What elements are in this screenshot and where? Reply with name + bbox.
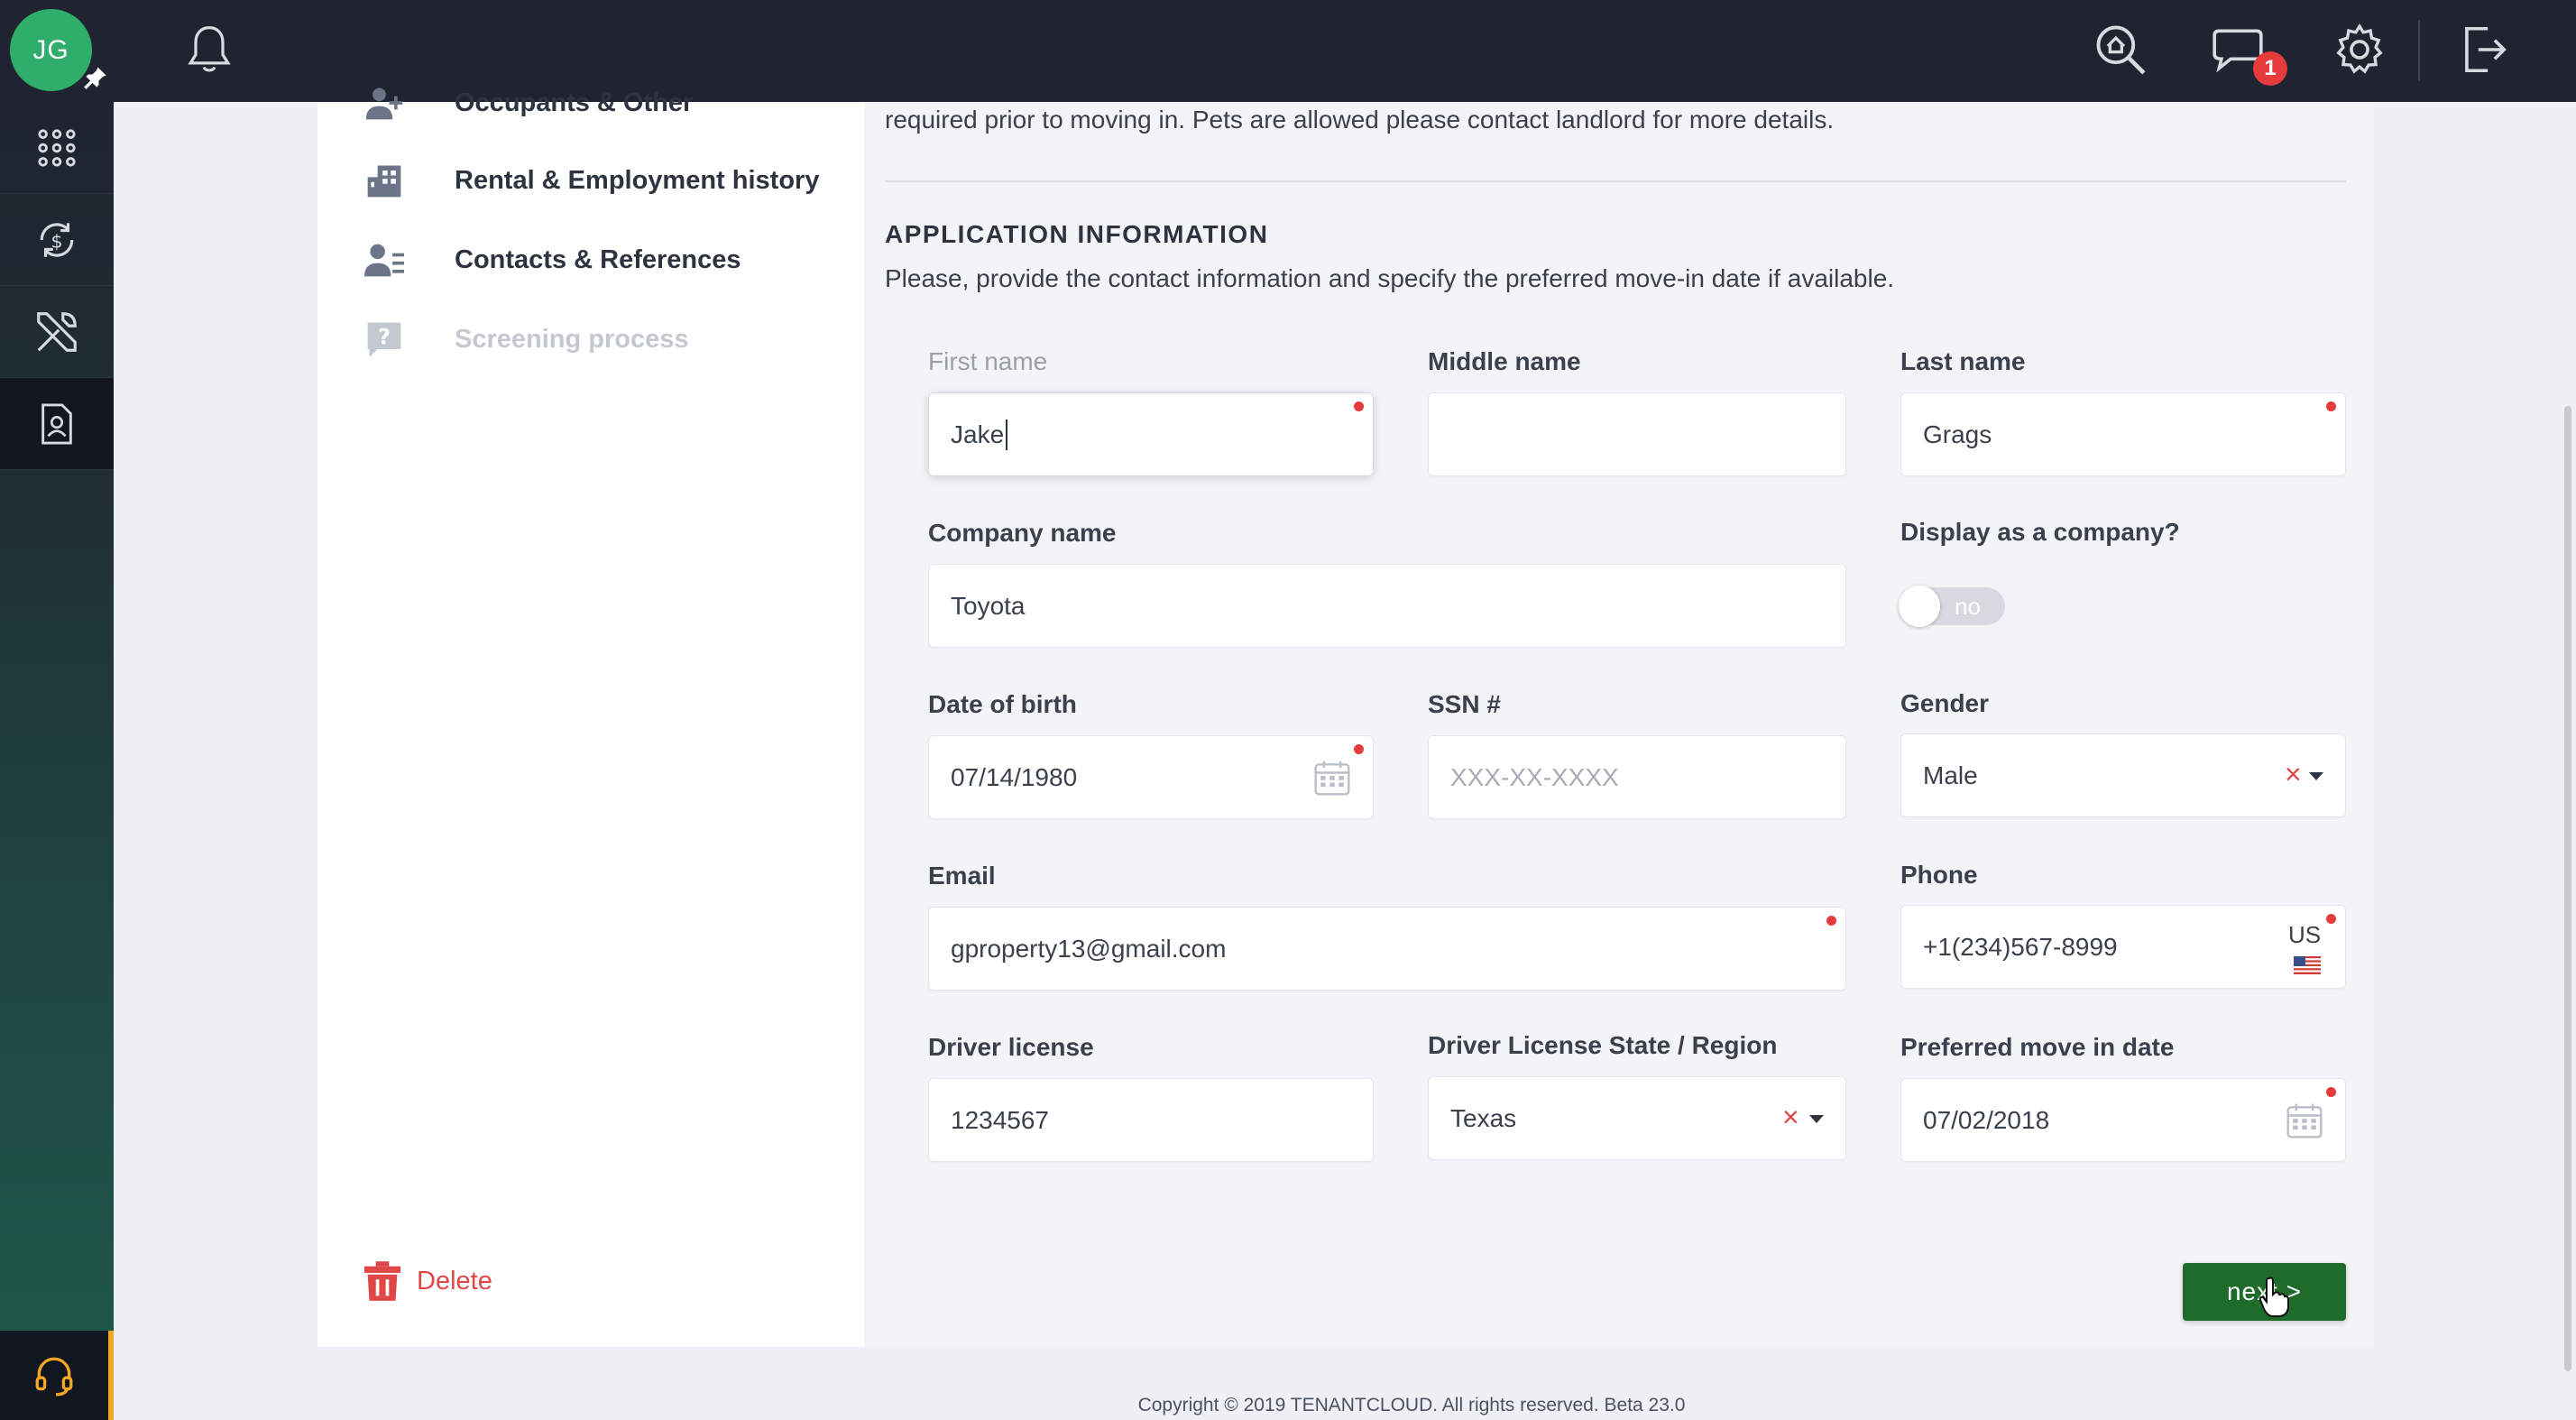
required-indicator [2326,1087,2336,1097]
step-rental-employment[interactable]: Rental & Employment history [364,161,819,200]
chevron-down-icon[interactable] [1809,1115,1824,1123]
phone-label: Phone [1900,861,1978,889]
bell-icon[interactable] [184,23,235,78]
headset-icon [35,1357,73,1396]
svg-text:$: $ [51,230,62,252]
display-as-company-toggle[interactable]: no [1899,586,2005,627]
money-cycle-icon: $ [40,222,74,257]
ssn-placeholder: XXX-XX-XXXX [1450,762,1619,791]
step-occupants[interactable]: Occupants & Other [364,83,693,123]
ssn-label: SSN # [1428,690,1501,718]
clear-icon[interactable]: × [2285,758,2302,791]
email-input[interactable]: gproperty13@gmail.com [928,907,1846,991]
driver-license-label: Driver license [928,1033,1094,1061]
ssn-input[interactable]: XXX-XX-XXXX [1428,735,1846,819]
phone-country-code[interactable]: US [2288,921,2321,949]
toggle-knob [1899,586,1940,627]
required-indicator [1826,916,1836,926]
search-home-icon[interactable] [2093,22,2148,78]
delete-label: Delete [417,1266,492,1296]
gender-select[interactable]: Male × [1900,733,2346,817]
calendar-icon[interactable] [2285,1101,2324,1140]
company-name-input[interactable]: Toyota [928,564,1846,648]
avatar-initials: JG [32,34,69,65]
dob-input[interactable]: 07/14/1980 [928,735,1374,819]
email-label: Email [928,862,996,890]
driver-license-value: 1234567 [951,1105,1050,1134]
driver-license-input[interactable]: 1234567 [928,1078,1374,1162]
license-state-label: Driver License State / Region [1428,1031,1778,1059]
steps-panel [317,102,864,1347]
calendar-icon[interactable] [1312,758,1352,798]
apps-grid-icon [38,128,76,167]
toggle-state-label: no [1955,593,1981,620]
section-divider [885,180,2346,182]
license-state-select[interactable]: Texas × [1428,1076,1846,1160]
move-in-date-value: 07/02/2018 [1923,1105,2050,1134]
gender-label: Gender [1900,689,1990,717]
first-name-input[interactable]: Jake [928,392,1374,476]
gender-value: Male [1923,761,1978,789]
first-name-value: Jake [951,420,1005,448]
copyright-text: Copyright © 2019 TENANTCLOUD. All rights… [1137,1395,1686,1415]
middle-name-input[interactable] [1428,392,1846,476]
last-name-value: Grags [1923,420,1992,448]
page-scrollbar[interactable] [2564,406,2571,1371]
building-icon [367,165,401,198]
topbar-divider [2418,20,2420,81]
tenant-document-icon [41,402,72,445]
required-indicator [2326,914,2336,924]
logout-icon[interactable] [2455,22,2511,78]
section-title: APPLICATION INFORMATION [885,220,1269,248]
required-indicator [1354,744,1364,754]
contacts-list-icon [364,244,404,277]
middle-name-label: Middle name [1428,347,1581,375]
email-value: gproperty13@gmail.com [951,934,1227,963]
add-person-icon [365,88,403,120]
hand-cursor-icon [2259,1277,2289,1317]
sidebar-item-maintenance[interactable] [0,286,114,378]
display-as-company-label: Display as a company? [1900,518,2180,546]
trash-icon [364,1261,400,1301]
step-label: Screening process [455,324,689,354]
dob-label: Date of birth [928,690,1077,718]
last-name-input[interactable]: Grags [1900,392,2346,476]
user-avatar[interactable]: JG [10,9,92,91]
delete-button[interactable]: Delete [364,1261,492,1301]
clear-icon[interactable]: × [1782,1101,1799,1134]
first-name-label: First name [928,347,1048,375]
company-name-label: Company name [928,519,1117,547]
chevron-down-icon[interactable] [2309,772,2323,780]
section-description: Please, provide the contact information … [885,264,1895,292]
step-label: Rental & Employment history [455,165,820,195]
company-name-value: Toyota [951,591,1026,620]
move-in-date-label: Preferred move in date [1900,1033,2175,1061]
text-caret [1006,419,1008,450]
pin-icon[interactable] [83,65,108,90]
step-contacts-references[interactable]: Contacts & References [364,240,741,280]
us-flag-icon [2294,956,2321,974]
step-label: Occupants & Other [455,88,694,117]
move-in-date-input[interactable]: 07/02/2018 [1900,1078,2346,1162]
step-screening: ? Screening process [364,319,689,359]
step-label: Contacts & References [455,244,741,274]
svg-text:?: ? [378,325,391,350]
sidebar-item-applications[interactable] [0,378,114,470]
sidebar-item-payments[interactable]: $ [0,194,114,286]
required-indicator [1354,401,1364,411]
tools-icon [37,311,77,352]
dob-value: 07/14/1980 [951,762,1078,791]
required-indicator [2326,401,2336,411]
question-bubble-icon: ? [367,322,401,358]
last-name-label: Last name [1900,347,2026,375]
license-state-value: Texas [1450,1103,1517,1132]
gear-icon[interactable] [2332,22,2387,78]
left-sidebar: $ [0,102,114,1420]
phone-input[interactable]: +1(234)567-8999 [1900,905,2346,989]
messages-badge: 1 [2253,51,2287,86]
phone-value: +1(234)567-8999 [1923,932,2118,961]
intro-text: required prior to moving in. Pets are al… [885,106,1835,134]
sidebar-item-apps[interactable] [0,102,114,194]
